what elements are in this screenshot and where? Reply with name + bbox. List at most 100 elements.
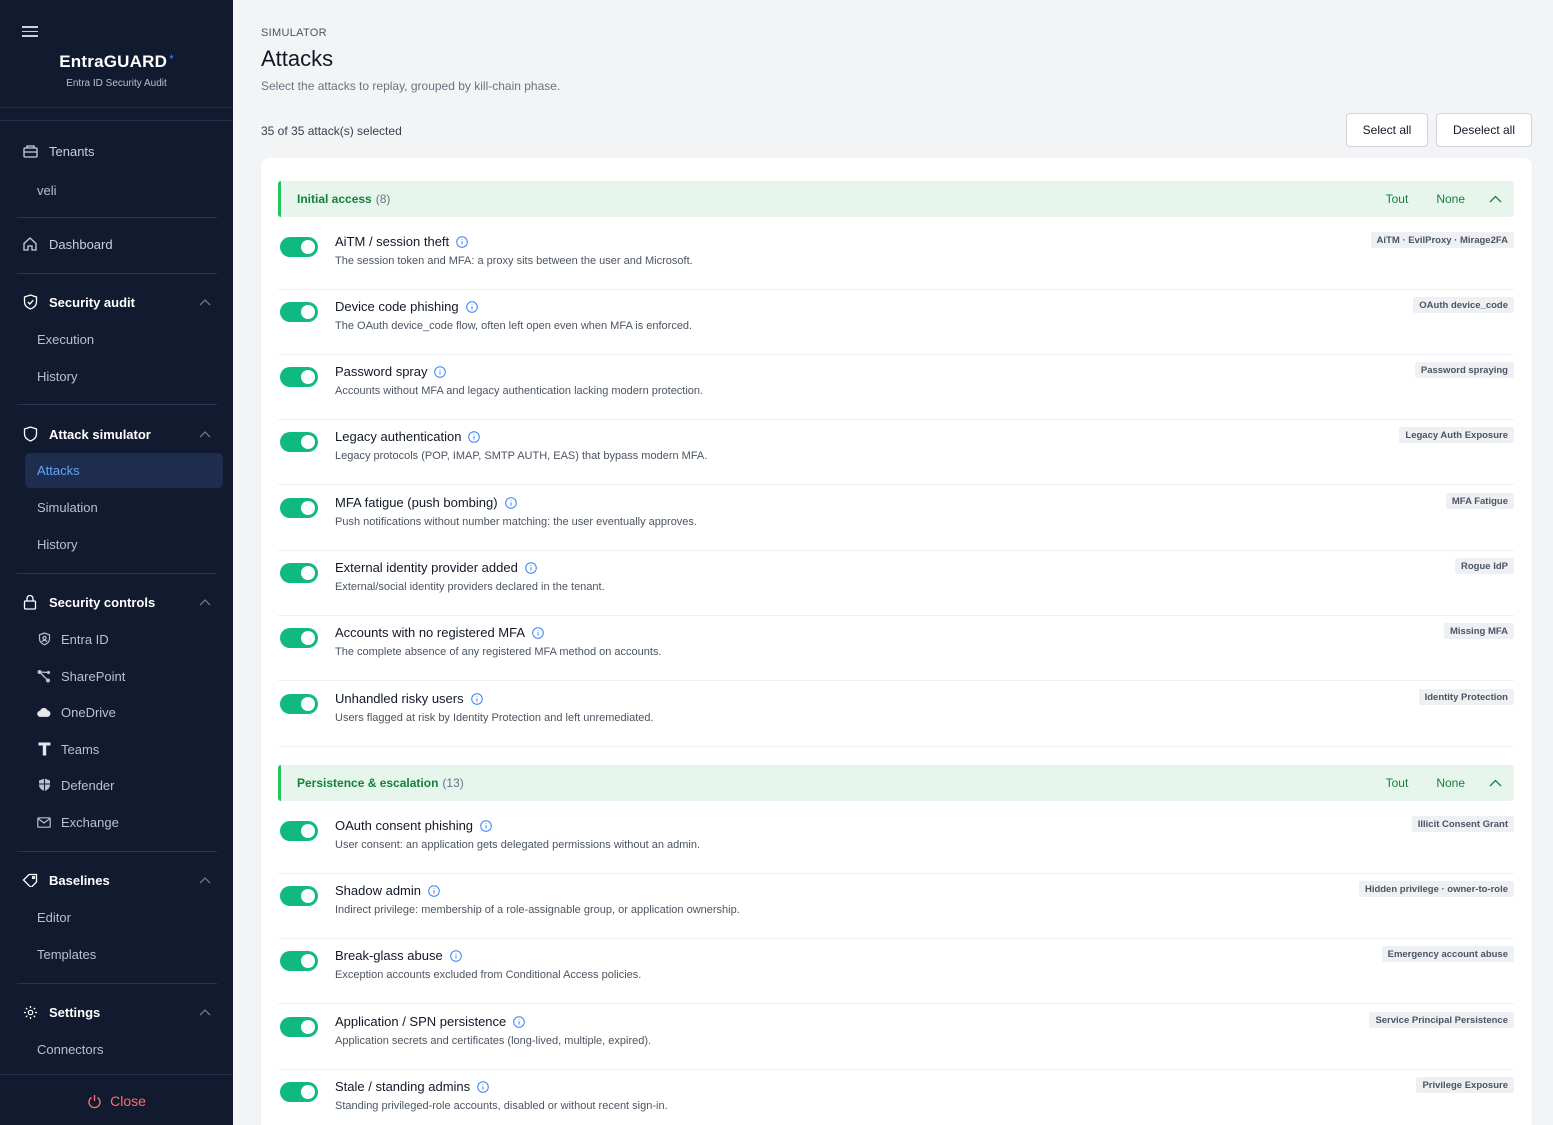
- attack-row: AiTM / session theft The session token an…: [278, 224, 1514, 289]
- lock-icon: [22, 594, 38, 610]
- info-icon[interactable]: [504, 496, 517, 509]
- attack-title-text: Accounts with no registered MFA: [335, 625, 526, 640]
- sidebar-item-templates[interactable]: Templates: [37, 947, 96, 962]
- divider: [17, 851, 217, 852]
- divider: [17, 273, 217, 274]
- teams-icon: [37, 742, 51, 756]
- sidebar-section-security-audit[interactable]: Security audit: [22, 291, 135, 313]
- sidebar-item-sharepoint[interactable]: SharePoint: [37, 666, 125, 686]
- info-icon[interactable]: [428, 884, 440, 897]
- group-count: (8): [375, 192, 391, 206]
- attack-row: Unhandled risky users Users flagged at ri…: [278, 681, 1514, 746]
- chevron-up-icon[interactable]: [199, 430, 211, 438]
- sidebar-item-label: Dashboard: [49, 236, 113, 252]
- group-select-none-link[interactable]: None: [1436, 192, 1465, 206]
- sidebar-section-baselines[interactable]: Baselines: [22, 869, 110, 891]
- row-divider: [278, 746, 1514, 747]
- attack-toggle[interactable]: [280, 951, 318, 971]
- divider: [0, 107, 233, 108]
- chevron-up-icon[interactable]: [199, 1008, 211, 1016]
- defender-shield-icon: [37, 778, 51, 792]
- attack-toggle[interactable]: [280, 1082, 318, 1102]
- attack-toggle[interactable]: [280, 302, 318, 322]
- attack-toggle[interactable]: [280, 498, 318, 518]
- chevron-up-icon[interactable]: [1489, 195, 1502, 203]
- attack-tag: Password spraying: [1414, 362, 1514, 378]
- info-icon[interactable]: [532, 626, 544, 639]
- sidebar-section-label: Baselines: [49, 872, 110, 888]
- attack-title: Application / SPN persistence: [335, 1014, 526, 1029]
- attack-toggle[interactable]: [280, 694, 318, 714]
- attack-description: User consent: an application gets delega…: [335, 839, 701, 851]
- sidebar-item-execution[interactable]: Execution: [37, 332, 94, 347]
- attack-title-text: External identity provider added: [335, 560, 518, 575]
- attack-toggle[interactable]: [280, 563, 318, 583]
- sidebar-item-exchange[interactable]: Exchange: [37, 812, 119, 832]
- attack-row: External identity provider added External…: [278, 550, 1514, 615]
- divider: [17, 404, 217, 405]
- attack-description: Application secrets and certificates (lo…: [335, 1035, 652, 1047]
- chevron-up-icon[interactable]: [199, 876, 211, 884]
- group-header[interactable]: Initial access (8) Tout None: [278, 181, 1514, 217]
- attack-toggle[interactable]: [280, 628, 318, 648]
- sidebar-section-label: Attack simulator: [49, 426, 151, 442]
- info-icon[interactable]: [525, 561, 537, 574]
- sidebar-section-attack-simulator[interactable]: Attack simulator: [22, 423, 151, 445]
- tenant-name[interactable]: veli: [37, 183, 57, 198]
- sidebar-item-dashboard[interactable]: Dashboard: [22, 233, 113, 255]
- info-icon[interactable]: [477, 1080, 489, 1093]
- attack-toggle[interactable]: [280, 821, 318, 841]
- attack-tag: OAuth device_code: [1413, 297, 1514, 313]
- attack-title-text: Unhandled risky users: [335, 691, 464, 706]
- group-header[interactable]: Persistence & escalation (13) Tout None: [278, 765, 1514, 801]
- divider: [17, 983, 217, 984]
- sidebar-item-audit-history[interactable]: History: [37, 369, 77, 384]
- attack-toggle[interactable]: [280, 237, 318, 257]
- attack-row: Application / SPN persistence Application…: [278, 1004, 1514, 1069]
- sidebar-section-label: Security audit: [49, 294, 135, 310]
- info-icon[interactable]: [449, 949, 462, 962]
- sidebar-item-connectors[interactable]: Connectors: [37, 1042, 103, 1057]
- sidebar-item-onedrive[interactable]: OneDrive: [37, 702, 116, 722]
- sidebar-item-tenants[interactable]: Tenants: [22, 140, 95, 162]
- chevron-up-icon[interactable]: [199, 598, 211, 606]
- shield-user-icon: [37, 632, 51, 646]
- info-icon[interactable]: [513, 1015, 526, 1028]
- sidebar-item-simulation[interactable]: Simulation: [37, 500, 98, 515]
- home-icon: [22, 236, 38, 252]
- info-icon[interactable]: [480, 819, 492, 832]
- info-icon[interactable]: [456, 235, 468, 248]
- attack-toggle[interactable]: [280, 367, 318, 387]
- attack-description: The complete absence of any registered M…: [335, 646, 662, 658]
- chevron-up-icon[interactable]: [199, 298, 211, 306]
- close-button[interactable]: Close: [0, 1093, 233, 1109]
- attack-toggle[interactable]: [280, 886, 318, 906]
- sidebar-section-security-controls[interactable]: Security controls: [22, 591, 155, 613]
- divider: [0, 120, 233, 121]
- attack-title-text: Break-glass abuse: [335, 948, 443, 963]
- group-select-all-link[interactable]: Tout: [1386, 776, 1409, 790]
- attack-title: Stale / standing admins: [335, 1079, 489, 1094]
- sidebar-item-simulator-history[interactable]: History: [37, 537, 77, 552]
- attack-toggle[interactable]: [280, 432, 318, 452]
- hamburger-menu-icon[interactable]: [22, 26, 38, 37]
- app-name: EntraGUARD: [59, 52, 168, 71]
- deselect-all-button[interactable]: Deselect all: [1436, 113, 1532, 147]
- sidebar-item-editor[interactable]: Editor: [37, 910, 71, 925]
- sidebar-section-settings[interactable]: Settings: [22, 1001, 100, 1023]
- info-icon[interactable]: [465, 300, 478, 313]
- chevron-up-icon[interactable]: [1489, 779, 1502, 787]
- attack-title-text: AiTM / session theft: [335, 234, 450, 249]
- attack-toggle[interactable]: [280, 1017, 318, 1037]
- info-icon[interactable]: [434, 365, 447, 378]
- info-icon[interactable]: [470, 692, 483, 705]
- attack-title-text: Password spray: [335, 364, 428, 379]
- sidebar-item-attacks-label[interactable]: Attacks: [37, 463, 80, 478]
- group-select-none-link[interactable]: None: [1436, 776, 1465, 790]
- sidebar-item-defender[interactable]: Defender: [37, 775, 114, 795]
- info-icon[interactable]: [468, 430, 481, 443]
- sidebar-item-entra-id[interactable]: Entra ID: [37, 629, 109, 649]
- group-select-all-link[interactable]: Tout: [1386, 192, 1409, 206]
- sidebar-item-teams[interactable]: Teams: [37, 739, 99, 759]
- select-all-button[interactable]: Select all: [1346, 113, 1428, 147]
